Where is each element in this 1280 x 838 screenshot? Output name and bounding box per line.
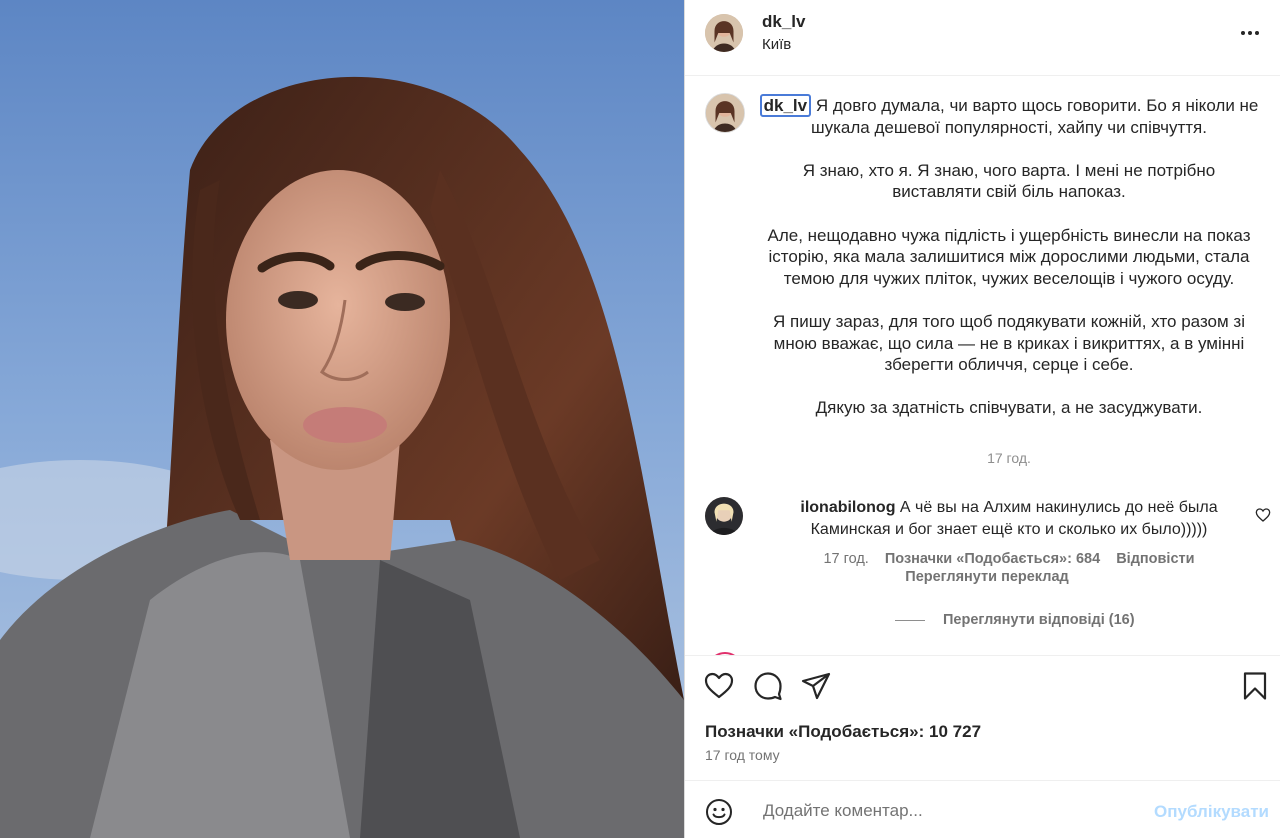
publish-button[interactable]: Опублікувати: [1154, 802, 1269, 822]
post-actions: Позначки «Подобається»: 10 727 17 год то…: [685, 655, 1280, 780]
comment-timestamp: 17 год.: [823, 551, 869, 567]
caption-username[interactable]: dk_lv: [759, 94, 812, 117]
author-avatar[interactable]: [705, 14, 743, 52]
post-timestamp[interactable]: 17 год тому: [705, 747, 780, 763]
caption-paragraph: Дякую за здатність співчувати, а не засу…: [815, 398, 1203, 418]
caption-paragraph: Я знаю, хто я. Я знаю, чого варта. І мен…: [802, 160, 1216, 202]
bookmark-icon[interactable]: [1239, 670, 1271, 702]
see-translation-button[interactable]: Переглянути переклад: [769, 569, 1205, 585]
view-replies-button[interactable]: Переглянути відповіді (16): [895, 612, 1135, 628]
comment-icon[interactable]: [752, 670, 784, 702]
paper-plane-icon[interactable]: [800, 670, 832, 702]
caption-paragraph: Але, нещодавно чужа підлість і ущербніст…: [767, 225, 1251, 288]
add-comment-bar: Опублікувати: [685, 780, 1280, 838]
replies-divider: [895, 619, 925, 621]
more-options-icon[interactable]: [1235, 18, 1265, 48]
post-location[interactable]: Київ: [762, 36, 791, 53]
post-details-pane: dk_lv Київ dk_lv Я довго думала, чи варт…: [684, 0, 1280, 838]
heart-icon[interactable]: [703, 670, 735, 702]
caption-paragraph: Я пишу зараз, для того щоб подякувати ко…: [773, 311, 1245, 375]
caption-paragraph: dk_lv Я довго думала, чи варто щось гово…: [759, 94, 1259, 138]
comments-scroll-area[interactable]: dk_lv Я довго думала, чи варто щось гово…: [685, 77, 1280, 655]
commenter-username[interactable]: ilonabilonog: [800, 499, 895, 516]
comment-meta: 17 год. Позначки «Подобається»: 684 Відп…: [769, 549, 1249, 569]
caption-timestamp: 17 год.: [987, 450, 1031, 466]
comment-likes-count[interactable]: Позначки «Подобається»: 684: [885, 551, 1100, 567]
post-caption: dk_lv Я довго думала, чи варто щось гово…: [759, 94, 1259, 441]
caption-avatar[interactable]: [705, 93, 745, 133]
post-likes-count[interactable]: Позначки «Подобається»: 10 727: [705, 722, 981, 742]
reply-button[interactable]: Відповісти: [1116, 551, 1194, 567]
post-photo[interactable]: [0, 0, 684, 838]
post-header: dk_lv Київ: [685, 0, 1280, 76]
selfie-image: [0, 0, 684, 838]
comment-heart-icon[interactable]: [1255, 507, 1271, 523]
comment-text: ilonabilonog А чё вы на Алхим накинулись…: [800, 499, 1218, 538]
commenter-avatar[interactable]: [705, 497, 743, 535]
emoji-icon[interactable]: [705, 798, 733, 826]
comment-input[interactable]: [763, 793, 1133, 829]
author-username[interactable]: dk_lv: [762, 12, 805, 32]
